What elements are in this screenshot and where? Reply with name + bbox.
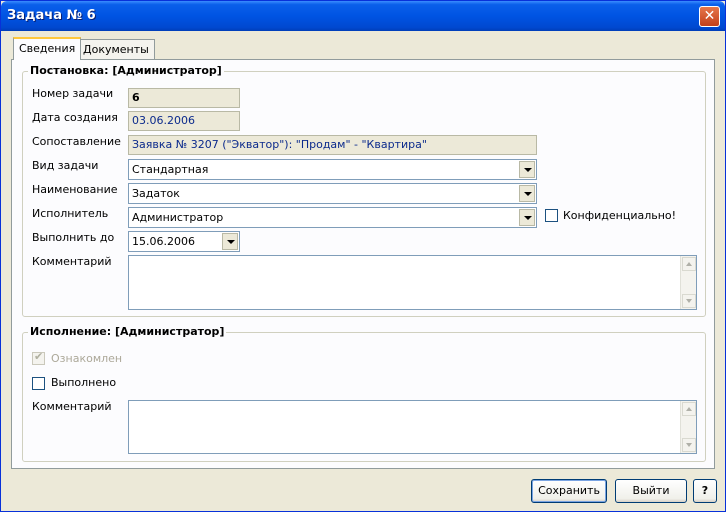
due-date-picker[interactable]: 15.06.2006 <box>128 231 240 252</box>
execution-group-title: Исполнение: [Администратор] <box>28 325 227 338</box>
tab-documents[interactable]: Документы <box>77 39 155 59</box>
acknowledged-checkbox: ✔ <box>32 350 45 365</box>
due-label: Выполнить до <box>32 231 115 244</box>
help-button[interactable]: ? <box>693 479 717 503</box>
match-field: Заявка № 3207 ("Экватор"): "Продам" - "К… <box>128 135 537 155</box>
executor-combo[interactable]: Администратор <box>128 207 537 228</box>
number-label: Номер задачи <box>32 87 114 100</box>
created-label: Дата создания <box>32 111 118 124</box>
created-date-field: 03.06.2006 <box>128 111 240 131</box>
close-icon: ✕ <box>703 8 716 24</box>
setup-comment-textarea[interactable] <box>128 255 697 310</box>
save-button[interactable]: Сохранить <box>531 479 607 503</box>
task-type-value: Стандартная <box>132 163 209 176</box>
scrollbar[interactable] <box>680 256 696 309</box>
check-icon: ✔ <box>34 350 44 363</box>
chevron-down-icon[interactable] <box>519 185 535 202</box>
task-name-value: Задаток <box>132 187 180 200</box>
task-number-field: 6 <box>128 88 240 108</box>
task-dialog: Задача № 6 ✕ Сведения Документы Постанов… <box>0 0 726 512</box>
task-name-combo[interactable]: Задаток <box>128 183 537 204</box>
close-button[interactable]: ✕ <box>699 6 720 27</box>
done-checkbox[interactable] <box>32 377 45 390</box>
due-date-value: 15.06.2006 <box>132 235 195 248</box>
scroll-up-icon[interactable] <box>682 257 696 271</box>
scroll-down-icon[interactable] <box>682 438 696 452</box>
execution-comment-label: Комментарий <box>32 400 112 413</box>
comment-label: Комментарий <box>32 255 112 268</box>
scroll-up-icon[interactable] <box>682 402 696 416</box>
chevron-down-icon[interactable] <box>222 233 238 250</box>
tab-panel-info: Постановка: [Администратор] Номер задачи… <box>11 59 715 469</box>
confidential-checkbox[interactable] <box>545 209 558 222</box>
name-label: Наименование <box>32 183 118 196</box>
confidential-label: Конфиденциально! <box>563 209 677 222</box>
window-title: Задача № 6 <box>7 8 96 23</box>
execution-comment-textarea[interactable] <box>128 400 697 454</box>
type-label: Вид задачи <box>32 159 99 172</box>
exit-button[interactable]: Выйти <box>615 479 687 503</box>
executor-label: Исполнитель <box>32 207 109 220</box>
chevron-down-icon[interactable] <box>519 209 535 226</box>
executor-value: Администратор <box>132 211 224 224</box>
task-type-combo[interactable]: Стандартная <box>128 159 537 180</box>
title-bar[interactable]: Задача № 6 ✕ <box>1 1 725 31</box>
setup-group-title: Постановка: [Администратор] <box>28 64 224 77</box>
scroll-down-icon[interactable] <box>682 294 696 308</box>
done-label: Выполнено <box>51 376 117 389</box>
scrollbar[interactable] <box>680 401 696 453</box>
match-label: Сопоставление <box>32 135 121 148</box>
acknowledged-label: Ознакомлен <box>51 352 123 365</box>
chevron-down-icon[interactable] <box>519 161 535 178</box>
tab-info[interactable]: Сведения <box>13 37 82 60</box>
